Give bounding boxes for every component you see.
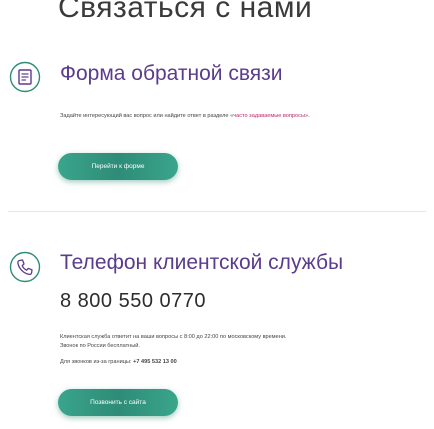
support-hours: Клиентская служба ответит на ваши вопрос…	[60, 333, 420, 351]
page-title: Связаться с нами	[58, 0, 313, 24]
form-icon	[9, 61, 41, 93]
support-phone: 8 800 550 0770	[60, 290, 207, 312]
abroad-info: Для звонков из-за границы: +7 495 532 13…	[60, 358, 420, 367]
abroad-phone: +7 495 532 13 00	[133, 359, 177, 365]
phone-icon	[9, 251, 41, 283]
call-from-site-button[interactable]: Позвонить с сайта	[58, 389, 178, 416]
faq-link[interactable]: часто задаваемые вопросы	[233, 113, 305, 119]
feedback-text-end: ».	[304, 113, 310, 119]
support-free-text: Звонок по России бесплатный.	[60, 343, 140, 349]
feedback-text: Задайте интересующий вас вопрос или найд…	[60, 113, 234, 119]
abroad-label: Для звонков из-за границы:	[60, 359, 132, 365]
go-to-form-button[interactable]: Перейти к форме	[58, 153, 178, 180]
support-title: Телефон клиентской службы	[60, 251, 344, 274]
section-divider	[8, 211, 426, 212]
support-hours-text: Клиентская служба ответит на ваши вопрос…	[60, 334, 287, 340]
feedback-description: Задайте интересующий вас вопрос или найд…	[60, 112, 420, 121]
feedback-title: Форма обратной связи	[60, 62, 283, 85]
